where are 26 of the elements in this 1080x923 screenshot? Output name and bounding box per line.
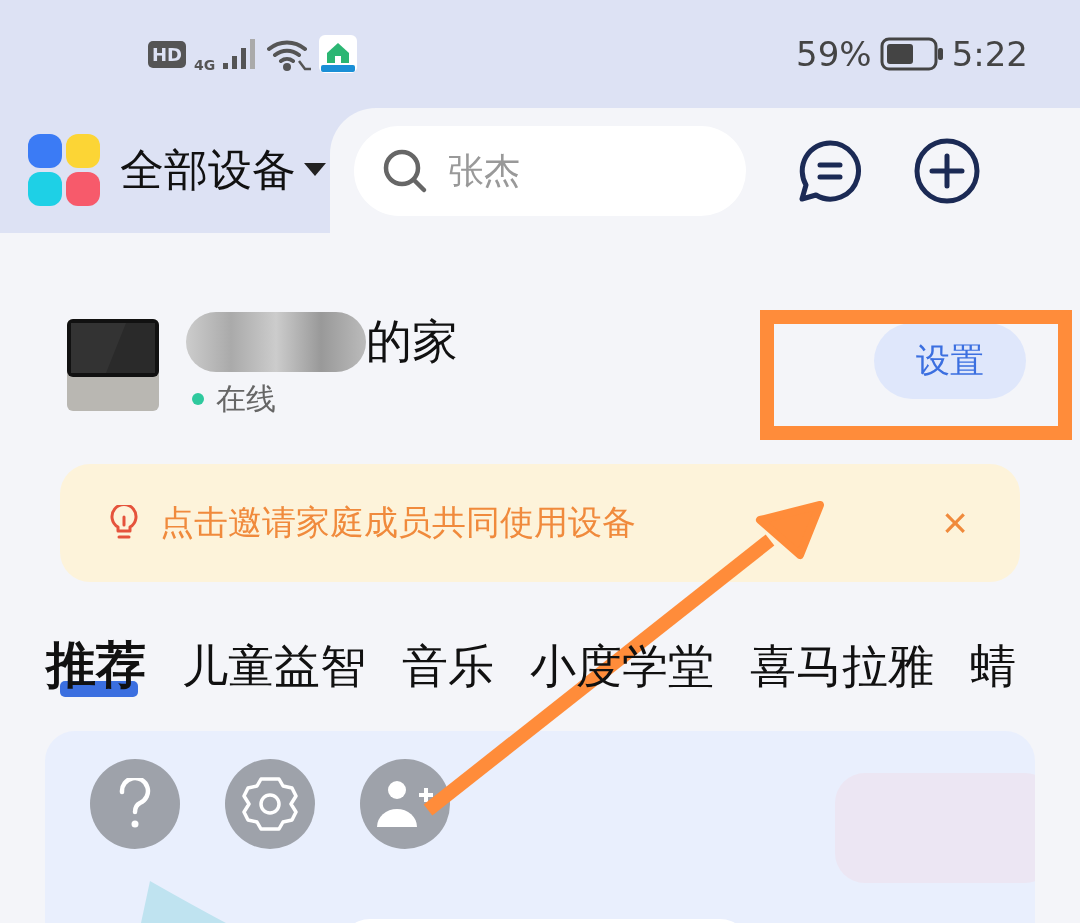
lightbulb-icon (110, 505, 138, 541)
message-icon[interactable] (798, 138, 862, 203)
wifi-icon (267, 37, 312, 71)
settings-icon (241, 775, 299, 833)
category-tab[interactable]: 儿童益智 (182, 636, 366, 698)
settings-button[interactable]: 设置 (874, 323, 1026, 399)
category-tab[interactable]: 喜马拉雅 (750, 636, 934, 698)
network-label: 4G (194, 57, 216, 73)
category-tab[interactable]: 音乐 (402, 636, 494, 698)
caret-icon (304, 163, 326, 177)
search-field[interactable]: 张杰 (354, 125, 746, 216)
app-grid-icon (28, 134, 100, 206)
category-tab[interactable]: 推荐 (46, 632, 146, 699)
help-icon (118, 778, 152, 830)
battery-icon (879, 37, 944, 71)
category-tab[interactable]: 蜻 (970, 636, 1016, 698)
search-input[interactable]: 张杰 (448, 140, 708, 201)
add-user-icon (375, 779, 435, 829)
hd-badge: HD (148, 40, 186, 68)
clock: 5:22 (951, 34, 1028, 74)
add-icon[interactable] (914, 137, 980, 204)
search-icon (382, 147, 428, 194)
status-label: 在线 (216, 379, 276, 418)
battery-percent: 59% (796, 34, 872, 74)
home-app-icon (319, 35, 358, 73)
home-name: 的家 (366, 312, 458, 370)
